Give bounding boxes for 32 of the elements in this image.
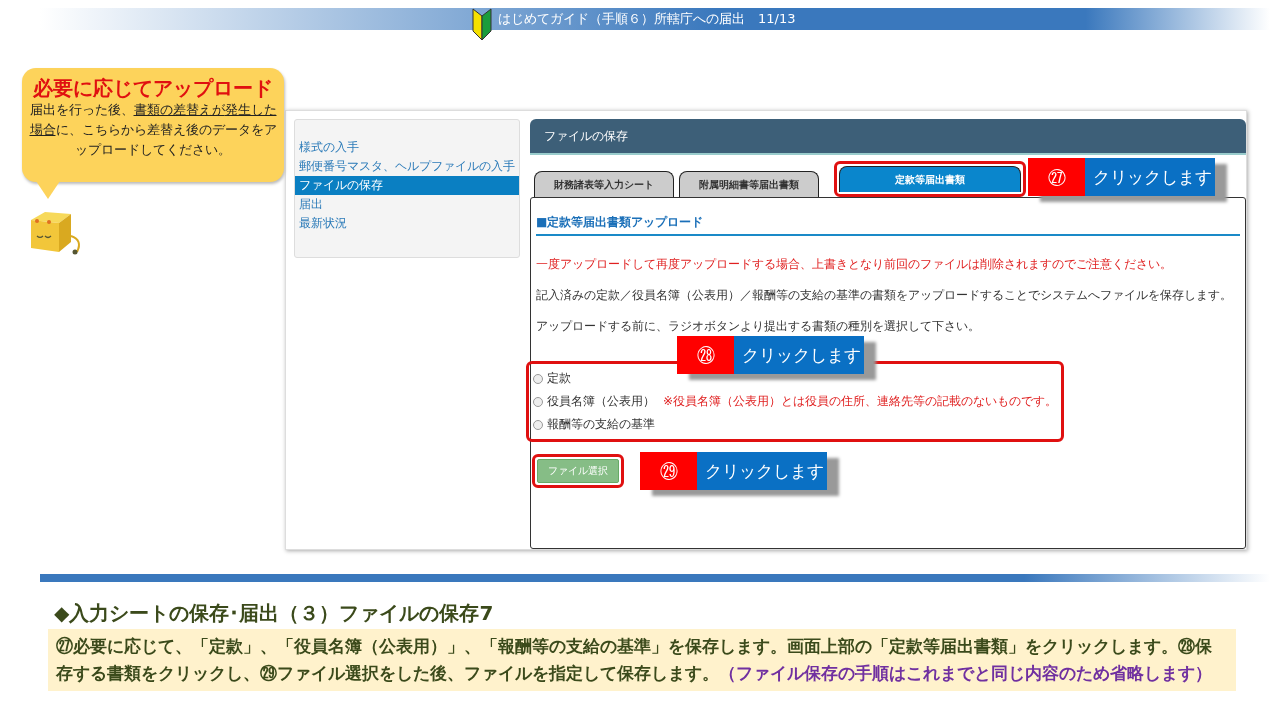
slide-title: はじめてガイド（手順６）所轄庁への届出 11/13 [498, 10, 796, 28]
sidebar-item[interactable]: ファイルの保存 [295, 176, 519, 195]
warning-text: 一度アップロードして再度アップロードする場合、上書きとなり前回のファイルは削除されますのでご注意ください。 [536, 256, 1173, 273]
radio-button[interactable] [533, 396, 543, 407]
sidebar-item[interactable]: 届出 [295, 195, 519, 214]
sidebar-item[interactable]: 最新状況 [295, 214, 519, 233]
radio-label[interactable]: 定款 [547, 370, 571, 387]
step-number: ㉙ [640, 452, 697, 490]
radio-button[interactable] [533, 419, 543, 430]
instruction-text: 記入済みの定款／役員名簿（公表用）／報酬等の支給の基準の書類をアップロードすることでシステムへファイルを保存します。 [536, 287, 1233, 304]
section-heading: ◆入力シートの保存･届出（３）ファイルの保存7 [54, 600, 495, 627]
section-heading: ■定款等届出書類アップロード [536, 214, 1240, 236]
radio-label[interactable]: 報酬等の支給の基準 [547, 416, 655, 433]
panel-title: ファイルの保存 [544, 127, 628, 145]
step-number: ㉘ [677, 336, 734, 374]
radio-label[interactable]: 役員名簿（公表用） [547, 393, 655, 410]
step-label: クリックします [734, 336, 864, 374]
instruction-text: アップロードする前に、ラジオボタンより提出する書類の種別を選択して下さい。 [536, 318, 981, 335]
sidebar-item[interactable]: 様式の入手 [295, 138, 519, 157]
sidebar-item[interactable]: 郵便番号マスタ、ヘルプファイルの入手 [295, 157, 519, 176]
radio-button[interactable] [533, 373, 543, 384]
note-text: ※役員名簿（公表用）とは役員の住所、連絡先等の記載のないものです。 [663, 393, 1058, 410]
tab[interactable]: 附属明細書等届出書類 [679, 171, 819, 197]
beginner-mark-icon [472, 7, 492, 41]
callout-text: 届出を行った後、書類の差替えが発生した場合に、こちらから差替え後のデータをアップロードしてください。 [28, 101, 278, 159]
callout-title: 必要に応じてアップロード [33, 76, 273, 100]
tab[interactable]: 定款等届出書類 [839, 166, 1021, 192]
tab[interactable]: 財務諸表等入力シート [534, 171, 674, 197]
step-label: クリックします [1085, 158, 1215, 196]
step-number: ㉗ [1028, 158, 1085, 196]
step-label: クリックします [697, 452, 827, 490]
explanation-text: ㉗必要に応じて、「定款」、「役員名簿（公表用）」、「報酬等の支給の基準」を保存します。画面上部の「定款等届出書類」をクリックします。㉘保存する書類をクリックし、㉙ファイル選択をした後、ファイルを指定して保存します。（ファイル保存の手順はこれまでと同じ内容のため省略します） [48, 629, 1236, 691]
